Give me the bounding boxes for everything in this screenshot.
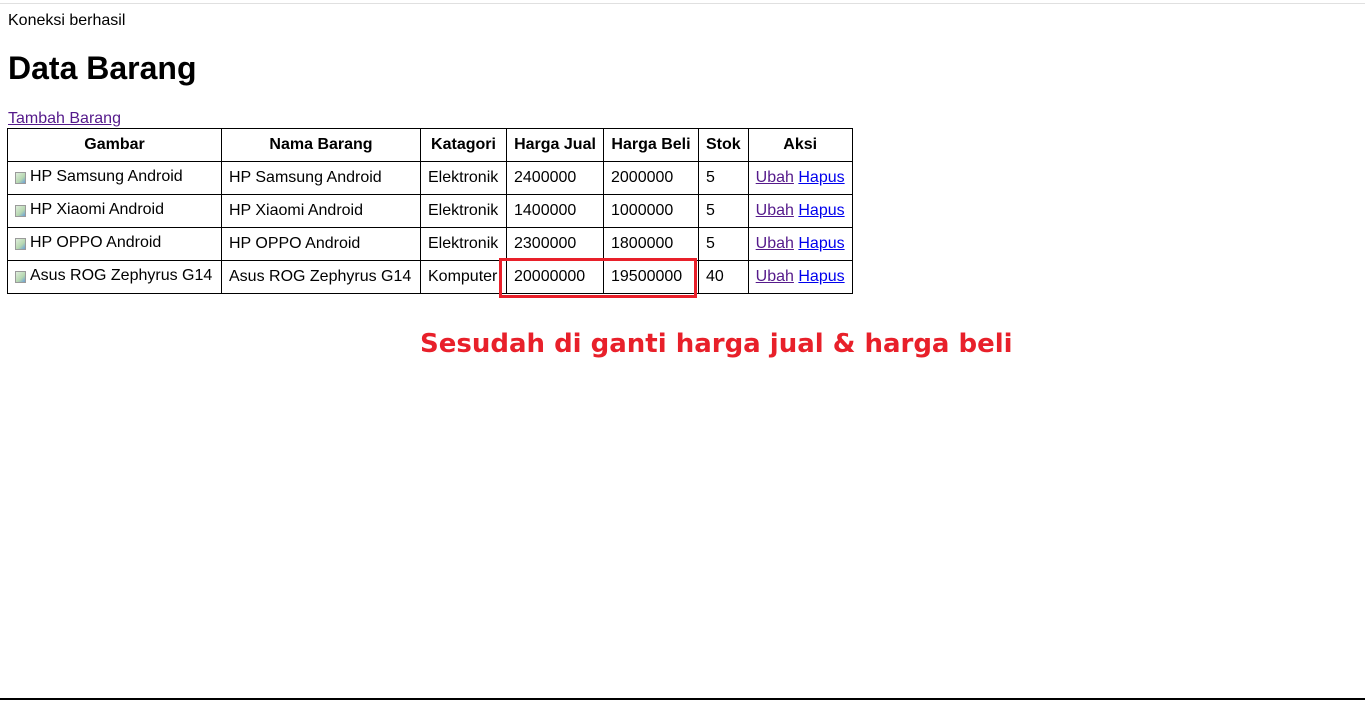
add-item-link[interactable]: Tambah Barang: [8, 110, 121, 128]
edit-link[interactable]: Ubah: [756, 268, 794, 285]
cell-aksi: Ubah Hapus: [747, 161, 853, 195]
cell-stok: 5: [698, 194, 749, 228]
cell-nama-barang: Asus ROG Zephyrus G14: [221, 260, 421, 294]
image-alt-text: HP Xiaomi Android: [30, 201, 164, 218]
cell-nama-barang: HP OPPO Android: [221, 227, 421, 261]
cell-harga-beli: 1800000: [603, 227, 699, 261]
table-row: HP Xiaomi Android HP Xiaomi Android Elek…: [7, 194, 853, 228]
cell-kategori: Komputer: [420, 260, 507, 294]
broken-image-icon: [15, 171, 26, 184]
delete-link[interactable]: Hapus: [798, 235, 844, 252]
column-header-gambar: Gambar: [7, 128, 222, 162]
image-alt-text: Asus ROG Zephyrus G14: [30, 267, 213, 284]
delete-link[interactable]: Hapus: [798, 202, 844, 219]
column-header-katagori: Katagori: [420, 128, 507, 162]
connection-status: Koneksi berhasil: [8, 12, 126, 29]
cell-harga-jual: 20000000: [506, 260, 604, 294]
cell-stok: 5: [698, 227, 749, 261]
broken-image-icon: [15, 270, 26, 283]
cell-kategori: Elektronik: [420, 161, 507, 195]
cell-harga-jual: 2400000: [506, 161, 604, 195]
column-header-harga-jual: Harga Jual: [506, 128, 604, 162]
product-image: HP OPPO Android: [15, 234, 161, 252]
items-table: Gambar Nama Barang Katagori Harga Jual H…: [7, 128, 853, 294]
cell-harga-jual: 2300000: [506, 227, 604, 261]
cell-aksi: Ubah Hapus: [747, 194, 853, 228]
bottom-divider: [0, 698, 1365, 700]
column-header-nama-barang: Nama Barang: [221, 128, 421, 162]
cell-nama-barang: HP Xiaomi Android: [221, 194, 421, 228]
delete-link[interactable]: Hapus: [798, 268, 844, 285]
cell-harga-beli: 19500000: [603, 260, 699, 294]
delete-link[interactable]: Hapus: [798, 169, 844, 186]
cell-aksi: Ubah Hapus: [747, 260, 853, 294]
cell-gambar: HP Samsung Android: [7, 161, 222, 195]
edit-link[interactable]: Ubah: [756, 202, 794, 219]
top-divider: [0, 3, 1365, 4]
cell-nama-barang: HP Samsung Android: [221, 161, 421, 195]
cell-aksi: Ubah Hapus: [747, 227, 853, 261]
edit-link[interactable]: Ubah: [756, 169, 794, 186]
cell-harga-beli: 2000000: [603, 161, 699, 195]
cell-kategori: Elektronik: [420, 227, 507, 261]
cell-gambar: Asus ROG Zephyrus G14: [7, 260, 222, 294]
product-image: HP Xiaomi Android: [15, 201, 164, 219]
table-row: HP OPPO Android HP OPPO Android Elektron…: [7, 227, 853, 261]
image-alt-text: HP Samsung Android: [30, 168, 183, 185]
broken-image-icon: [15, 237, 26, 250]
cell-stok: 40: [698, 260, 749, 294]
table-header-row: Gambar Nama Barang Katagori Harga Jual H…: [7, 128, 853, 162]
table-row: Asus ROG Zephyrus G14 Asus ROG Zephyrus …: [7, 260, 853, 294]
cell-gambar: HP Xiaomi Android: [7, 194, 222, 228]
column-header-aksi: Aksi: [747, 128, 853, 162]
page-title: Data Barang: [8, 50, 197, 86]
column-header-harga-beli: Harga Beli: [603, 128, 699, 162]
cell-stok: 5: [698, 161, 749, 195]
cell-kategori: Elektronik: [420, 194, 507, 228]
product-image: Asus ROG Zephyrus G14: [15, 267, 212, 285]
image-alt-text: HP OPPO Android: [30, 234, 162, 251]
edit-link[interactable]: Ubah: [756, 235, 794, 252]
cell-gambar: HP OPPO Android: [7, 227, 222, 261]
annotation-caption: Sesudah di ganti harga jual & harga beli: [420, 329, 1013, 359]
column-header-stok: Stok: [698, 128, 749, 162]
product-image: HP Samsung Android: [15, 168, 183, 186]
table-row: HP Samsung Android HP Samsung Android El…: [7, 161, 853, 195]
cell-harga-beli: 1000000: [603, 194, 699, 228]
cell-harga-jual: 1400000: [506, 194, 604, 228]
broken-image-icon: [15, 204, 26, 217]
